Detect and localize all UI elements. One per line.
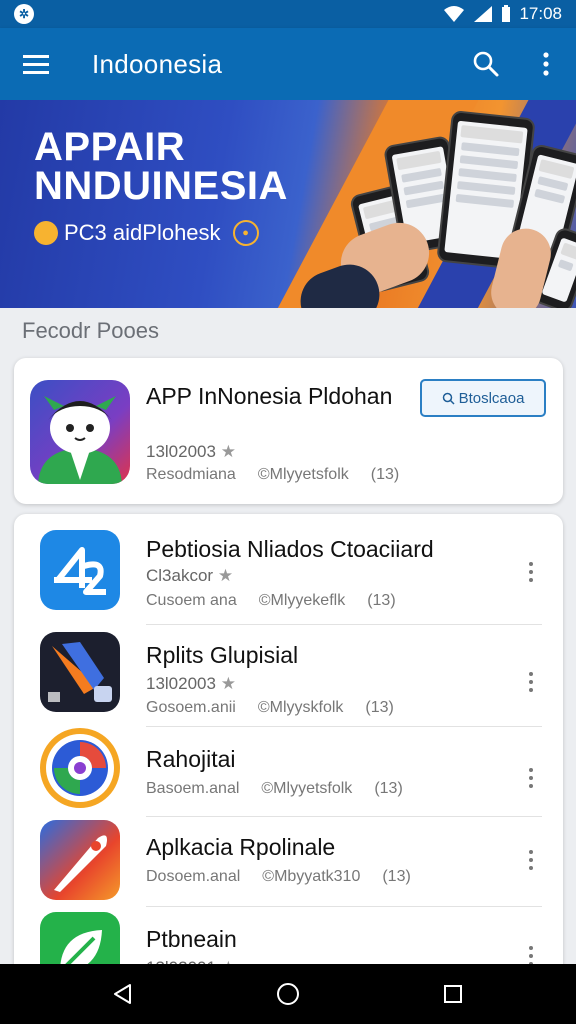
app-developer: ©Mlyyetsfolk xyxy=(261,780,353,797)
install-button[interactable]: Btoslcaoa xyxy=(420,379,546,417)
number-logo-icon xyxy=(54,547,106,595)
rating-line: Cl3akcor ★ xyxy=(146,566,233,586)
featured-app-card[interactable]: APP InNonesia Pldohan 13l02003 ★ Resodmi… xyxy=(14,358,563,504)
list-item[interactable]: Rplits Glupisial 13l02003 ★ Gosoem.anii … xyxy=(14,624,563,726)
back-icon xyxy=(113,984,131,1004)
list-item[interactable]: Pebtiosia Nliados Ctoaciiard Cl3akcor ★ … xyxy=(14,514,563,624)
recents-button[interactable] xyxy=(413,964,493,1024)
app-developer: ©Mlyyskfolk xyxy=(257,699,344,716)
search-button[interactable] xyxy=(456,28,516,100)
rating-text: Cl3akcor xyxy=(146,566,214,585)
app-meta: Gosoem.anii ©Mlyyskfolk (13) xyxy=(146,699,394,717)
app-meta: Dosoem.anal ©Mbyyatk310 (13) xyxy=(146,868,411,886)
section-title: Fecodr Pooes xyxy=(22,318,159,343)
app-bar: Indoonesia xyxy=(0,28,576,100)
more-options-button[interactable] xyxy=(519,840,543,880)
swirl-logo-icon xyxy=(46,734,114,802)
app-icon xyxy=(40,728,120,808)
home-icon xyxy=(276,983,299,1005)
app-category: Basoem.anal xyxy=(146,780,240,797)
search-icon xyxy=(442,392,455,405)
app-name: Rahojitai xyxy=(146,746,236,772)
menu-icon xyxy=(23,55,49,74)
app-category: Cusoem ana xyxy=(146,592,237,609)
more-options-button[interactable] xyxy=(519,552,543,592)
rating-line: 13l02003 ★ xyxy=(146,674,236,694)
star-icon: ★ xyxy=(220,674,236,693)
app-category: Dosoem.anal xyxy=(146,868,241,885)
featured-category: Resodmiana xyxy=(146,466,236,483)
more-vert-icon xyxy=(543,52,549,76)
status-right: 17:08 xyxy=(443,4,562,24)
featured-age-rating: (13) xyxy=(370,466,400,483)
recents-icon xyxy=(444,985,463,1003)
app-age-rating: (13) xyxy=(382,868,411,885)
featured-rating-line: 13l02003 ★ xyxy=(146,442,236,462)
banner-headline-line1: APPAIR xyxy=(34,125,186,169)
notification-icon: ✲ xyxy=(14,4,34,24)
featured-app-icon xyxy=(30,380,130,484)
featured-app-name: APP InNonesia Pldohan xyxy=(146,383,393,409)
home-button[interactable] xyxy=(248,964,328,1024)
app-name: Aplkacia Rpolinale xyxy=(146,834,336,860)
signal-icon xyxy=(474,6,493,22)
app-list: Pebtiosia Nliados Ctoaciiard Cl3akcor ★ … xyxy=(14,514,563,984)
wifi-icon xyxy=(444,6,465,22)
mascot-icon xyxy=(38,396,122,484)
banner-headline: APPAIR NNDUINESIA xyxy=(34,125,288,208)
app-meta: Basoem.anal ©Mlyyetsfolk (13) xyxy=(146,780,403,798)
banner-subline-text: PC3 aidPlohesk xyxy=(64,220,221,245)
app-meta: Cusoem ana ©Mlyyekeflk (13) xyxy=(146,592,396,610)
more-options-button[interactable] xyxy=(519,662,543,702)
banner-headline-line2: NNDUINESIA xyxy=(34,164,288,208)
app-name: Pebtiosia Nliados Ctoaciiard xyxy=(146,536,434,562)
featured-developer: ©Mlyyetsfolk xyxy=(257,466,349,483)
rocket-logo-icon xyxy=(54,835,107,892)
install-button-label: Btoslcaoa xyxy=(458,389,525,407)
badge-icon xyxy=(34,221,58,245)
app-age-rating: (13) xyxy=(374,780,403,797)
banner-subline: PC3 aidPlohesk ● xyxy=(34,220,259,246)
app-title: Indoonesia xyxy=(92,48,223,79)
list-item[interactable]: Aplkacia Rpolinale Dosoem.anal ©Mbyyatk3… xyxy=(14,816,563,906)
app-icon xyxy=(40,820,120,900)
list-item[interactable]: Rahojitai Basoem.anal ©Mlyyetsfolk (13) xyxy=(14,726,563,816)
featured-rating-text: 13l02003 xyxy=(146,442,216,461)
more-options-button[interactable] xyxy=(519,758,543,798)
featured-meta: Resodmiana ©Mlyyetsfolk (13) xyxy=(146,466,399,484)
rating-text: 13l02003 xyxy=(146,674,216,693)
search-icon xyxy=(473,51,499,77)
badge-ring-icon: ● xyxy=(232,220,259,246)
app-developer: ©Mbyyatk310 xyxy=(262,868,361,885)
app-age-rating: (13) xyxy=(367,592,396,609)
promo-banner[interactable]: APPAIR NNDUINESIA PC3 aidPlohesk ● xyxy=(0,100,576,308)
app-bar-actions xyxy=(456,28,576,100)
app-name: Ptbneain xyxy=(146,926,237,952)
status-bar: ✲ 17:08 xyxy=(0,0,576,28)
app-category: Gosoem.anii xyxy=(146,699,236,716)
overflow-menu-button[interactable] xyxy=(516,28,576,100)
system-nav-bar xyxy=(0,964,576,1024)
battery-icon xyxy=(502,5,511,22)
star-icon: ★ xyxy=(220,442,236,461)
app-developer: ©Mlyyekeflk xyxy=(258,592,346,609)
app-icon xyxy=(40,530,120,610)
app-icon xyxy=(40,632,120,712)
pencil-logo-icon xyxy=(48,642,112,702)
star-icon: ★ xyxy=(217,566,234,585)
app-name: Rplits Glupisial xyxy=(146,642,299,668)
status-time: 17:08 xyxy=(519,4,562,23)
menu-button[interactable] xyxy=(0,28,72,100)
back-button[interactable] xyxy=(83,964,163,1024)
app-age-rating: (13) xyxy=(365,699,394,716)
